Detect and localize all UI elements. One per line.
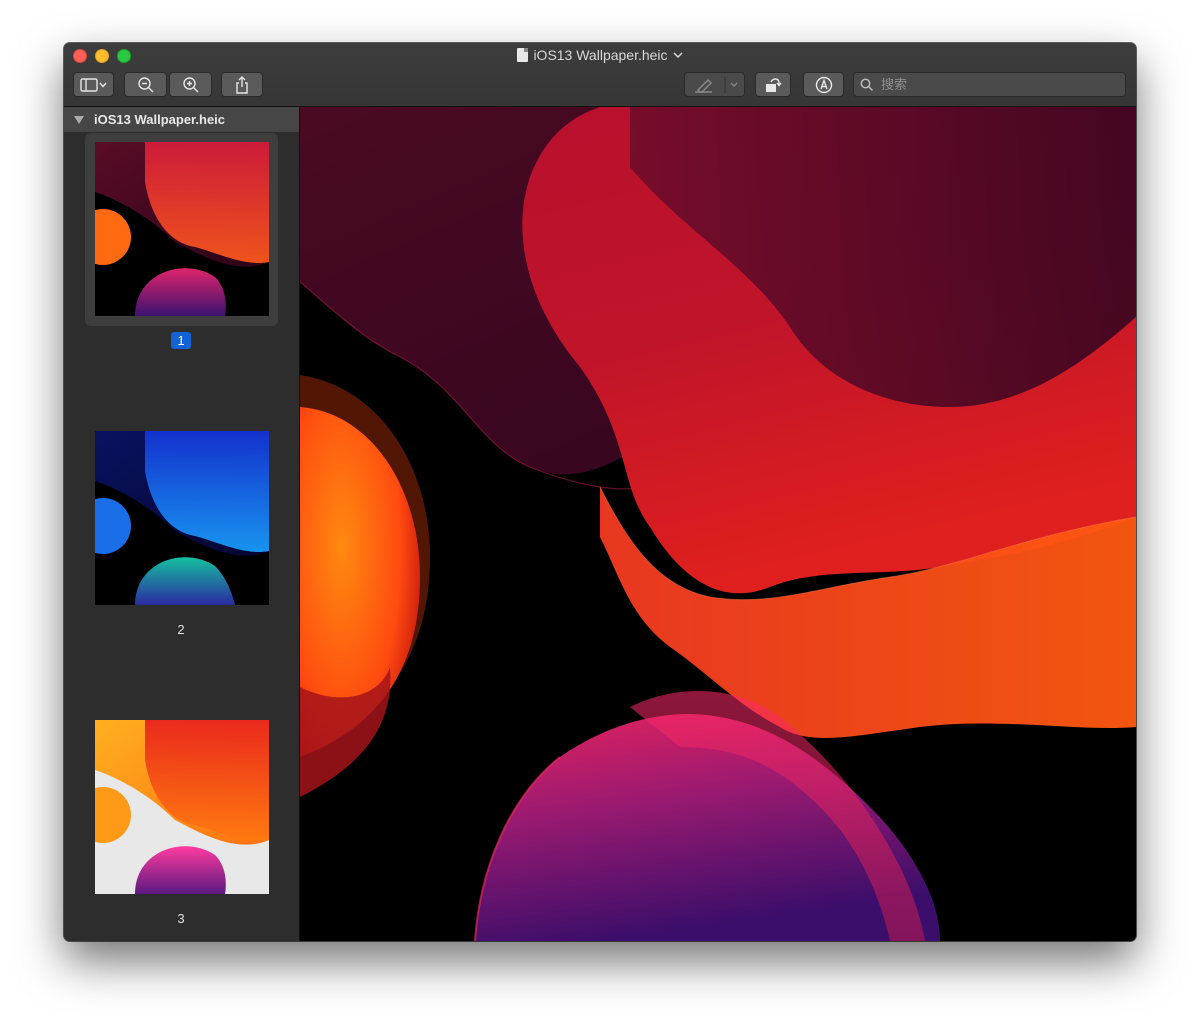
thumbnail-image-2 — [95, 431, 269, 605]
thumbnail-page-3[interactable] — [85, 711, 278, 904]
image-canvas[interactable] — [300, 107, 1136, 941]
zoom-out-icon — [137, 76, 153, 92]
highlight-icon — [694, 76, 737, 93]
zoom-out-button[interactable] — [124, 72, 167, 97]
sidebar-toggle-button[interactable] — [73, 72, 114, 97]
thumbnail-page-2[interactable] — [85, 422, 278, 615]
sidebar-header[interactable]: iOS13 Wallpaper.heic — [64, 107, 299, 132]
page-number-1: 1 — [171, 332, 191, 349]
rotate-icon — [766, 77, 782, 92]
rotate-button[interactable] — [755, 72, 791, 97]
thumbnail-sidebar: iOS13 Wallpaper.heic 1 2 3 — [64, 107, 300, 941]
thumbnail-image-1 — [95, 142, 269, 316]
page-number-3: 3 — [177, 911, 185, 926]
highlight-button[interactable] — [684, 72, 745, 97]
markup-button[interactable] — [803, 72, 844, 97]
wallpaper-image — [300, 107, 1136, 941]
thumbnail-image-3 — [95, 720, 269, 894]
page-number-2: 2 — [177, 622, 185, 637]
share-icon — [236, 75, 248, 94]
search-input[interactable] — [879, 76, 1123, 93]
share-button[interactable] — [221, 72, 263, 97]
preview-window: iOS13 Wallpaper.heic 搜索 iOS13 Wallpaper.… — [64, 43, 1136, 941]
zoom-in-icon — [182, 76, 198, 92]
thumbnail-page-1[interactable] — [85, 133, 278, 326]
sidebar-icon — [79, 77, 107, 92]
zoom-in-button[interactable] — [169, 72, 212, 97]
search-icon — [860, 78, 874, 91]
window-title-text: iOS13 Wallpaper.heic — [533, 47, 668, 63]
markup-icon — [815, 76, 832, 93]
document-icon — [517, 48, 529, 62]
title-bar: iOS13 Wallpaper.heic — [64, 43, 1136, 107]
window-title[interactable]: iOS13 Wallpaper.heic — [64, 47, 1136, 63]
search-field[interactable] — [853, 72, 1126, 97]
disclosure-triangle-icon[interactable] — [74, 115, 84, 124]
chevron-down-icon — [673, 52, 683, 59]
sidebar-header-label: iOS13 Wallpaper.heic — [94, 112, 226, 127]
